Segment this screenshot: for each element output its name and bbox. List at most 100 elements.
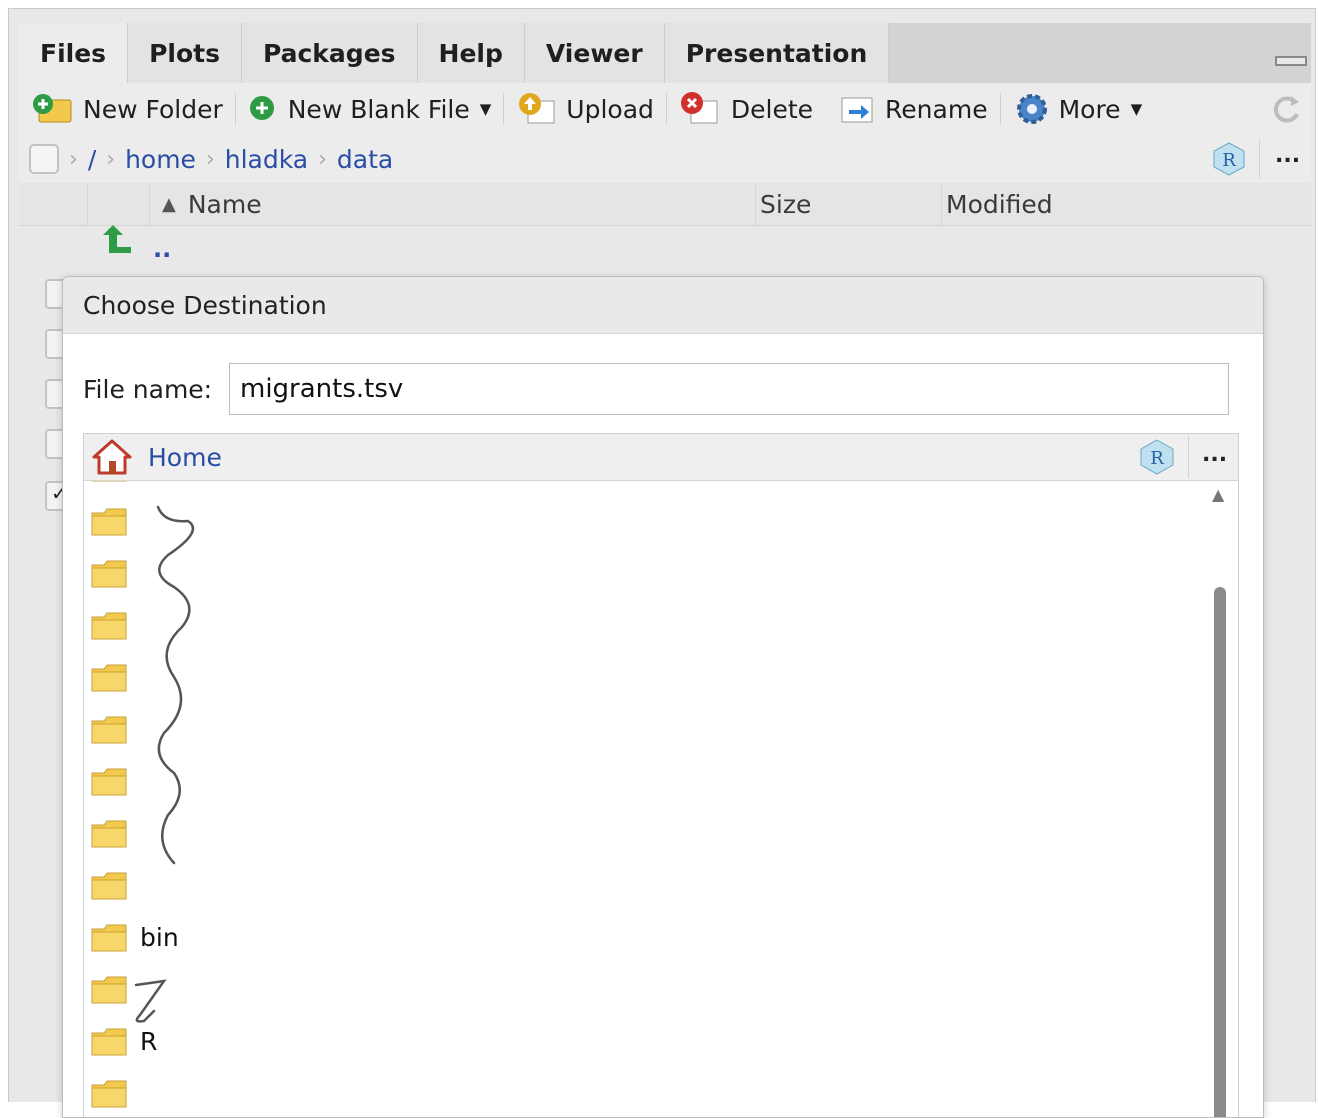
folder-icon — [91, 508, 127, 536]
folder-browser-header: Home R ... — [84, 434, 1238, 481]
folder-icon — [91, 716, 127, 744]
delete-button[interactable]: Delete — [679, 91, 813, 127]
file-name-row: File name: — [83, 363, 1229, 415]
new-folder-icon — [33, 94, 72, 123]
scrollbar[interactable]: ▲ — [1206, 481, 1238, 1117]
redaction-scribble — [156, 505, 194, 865]
list-item[interactable] — [90, 651, 140, 703]
rename-icon — [841, 97, 873, 123]
folder-list: bin R — [84, 481, 1204, 1117]
refresh-icon[interactable] — [1269, 92, 1305, 128]
toolbar-divider — [234, 93, 236, 125]
more-options-button[interactable]: ... — [1202, 442, 1227, 467]
divider — [1188, 436, 1189, 478]
plus-circle-icon — [249, 96, 274, 120]
new-blank-file-label: New Blank File — [287, 94, 470, 124]
list-item[interactable] — [90, 495, 140, 547]
new-blank-file-button[interactable]: New Blank File ▼ — [248, 94, 492, 124]
header-icon-column — [87, 183, 148, 225]
size-column-label: Size — [760, 189, 812, 219]
more-button[interactable]: More ▼ — [1013, 90, 1143, 128]
name-column-label: Name — [187, 189, 262, 219]
tab-plots[interactable]: Plots — [128, 23, 242, 83]
files-toolbar: New Folder New Blank File ▼ Upload Delet… — [19, 83, 1311, 136]
list-item[interactable] — [90, 807, 140, 859]
size-column-header[interactable]: Size — [755, 183, 940, 225]
tabbar-spacer — [889, 23, 1311, 83]
parent-directory-link[interactable]: .. — [153, 235, 171, 263]
list-item[interactable] — [90, 755, 140, 807]
folder-icon — [91, 612, 127, 640]
file-name-input[interactable] — [229, 363, 1229, 415]
chevron-right-icon: › — [69, 146, 78, 172]
upload-button[interactable]: Upload — [516, 91, 654, 127]
file-name-label: File name: — [83, 374, 213, 404]
modified-column-header[interactable]: Modified — [941, 183, 1312, 225]
divider — [1259, 139, 1260, 179]
folder-icon — [91, 820, 127, 848]
toolbar-divider — [999, 93, 1001, 125]
breadcrumb-root[interactable]: / — [88, 145, 96, 174]
maximize-icon[interactable] — [1315, 41, 1316, 69]
delete-label: Delete — [730, 94, 814, 124]
scrollbar-thumb[interactable] — [1214, 587, 1226, 1117]
list-item[interactable] — [90, 547, 140, 599]
pane-tabbar: Files Plots Packages Help Viewer Present… — [19, 23, 1311, 83]
tab-presentation[interactable]: Presentation — [664, 23, 890, 83]
select-all-checkbox[interactable] — [29, 144, 59, 174]
home-icon[interactable] — [90, 437, 134, 477]
breadcrumb-data[interactable]: data — [337, 145, 393, 174]
list-item[interactable] — [90, 599, 140, 651]
folder-icon — [91, 1080, 127, 1108]
breadcrumb: › / › home › hladka › data R ... — [19, 135, 1311, 184]
choose-destination-dialog: Choose Destination File name: Home R ... — [62, 276, 1264, 1118]
chevron-right-icon: › — [205, 146, 215, 172]
tab-files[interactable]: Files — [19, 23, 129, 83]
more-options-button[interactable]: ... — [1275, 143, 1300, 168]
list-item[interactable] — [90, 859, 140, 911]
file-list-header: ▲ Name Size Modified — [19, 183, 1311, 226]
folder-browser: Home R ... bin R ▲ — [83, 433, 1239, 1117]
folder-icon — [91, 481, 127, 482]
rename-button[interactable]: Rename — [839, 92, 988, 126]
tab-help[interactable]: Help — [417, 23, 525, 83]
list-item[interactable] — [90, 1067, 140, 1117]
tab-packages[interactable]: Packages — [241, 23, 418, 83]
delete-icon — [680, 92, 718, 124]
new-folder-label: New Folder — [83, 94, 223, 124]
modified-column-label: Modified — [946, 189, 1053, 219]
location-link-home[interactable]: Home — [148, 443, 222, 472]
breadcrumb-home[interactable]: home — [125, 145, 196, 174]
parent-directory-icon[interactable] — [101, 223, 137, 259]
list-item[interactable] — [90, 703, 140, 755]
dialog-title: Choose Destination — [63, 277, 1263, 334]
toolbar-divider — [503, 93, 505, 125]
more-label: More — [1058, 94, 1121, 124]
folder-icon — [91, 872, 127, 900]
folder-icon — [91, 560, 127, 588]
upload-icon — [519, 93, 555, 124]
r-project-icon[interactable]: R — [1211, 141, 1247, 177]
folder-icon — [91, 1028, 127, 1056]
r-project-icon[interactable]: R — [1138, 438, 1176, 476]
name-column-header[interactable]: ▲ Name — [149, 183, 754, 225]
upload-label: Upload — [566, 94, 654, 124]
chevron-down-icon: ▼ — [1130, 100, 1143, 118]
chevron-down-icon: ▼ — [479, 100, 492, 118]
toolbar-divider — [665, 93, 667, 125]
gear-icon — [1016, 94, 1047, 124]
new-folder-button[interactable]: New Folder — [31, 92, 223, 126]
folder-icon — [91, 924, 127, 952]
list-item[interactable] — [90, 481, 128, 493]
scroll-up-icon[interactable]: ▲ — [1212, 485, 1224, 504]
folder-icon — [91, 664, 127, 692]
minimize-icon[interactable] — [1275, 49, 1308, 69]
svg-text:R: R — [1222, 150, 1236, 171]
list-item[interactable]: bin — [90, 911, 179, 963]
tab-viewer[interactable]: Viewer — [524, 23, 665, 83]
folder-icon — [91, 976, 127, 1004]
breadcrumb-hladka[interactable]: hladka — [225, 145, 308, 174]
rename-label: Rename — [885, 94, 988, 124]
folder-name: bin — [140, 922, 179, 952]
redaction-scribble — [134, 979, 167, 1023]
